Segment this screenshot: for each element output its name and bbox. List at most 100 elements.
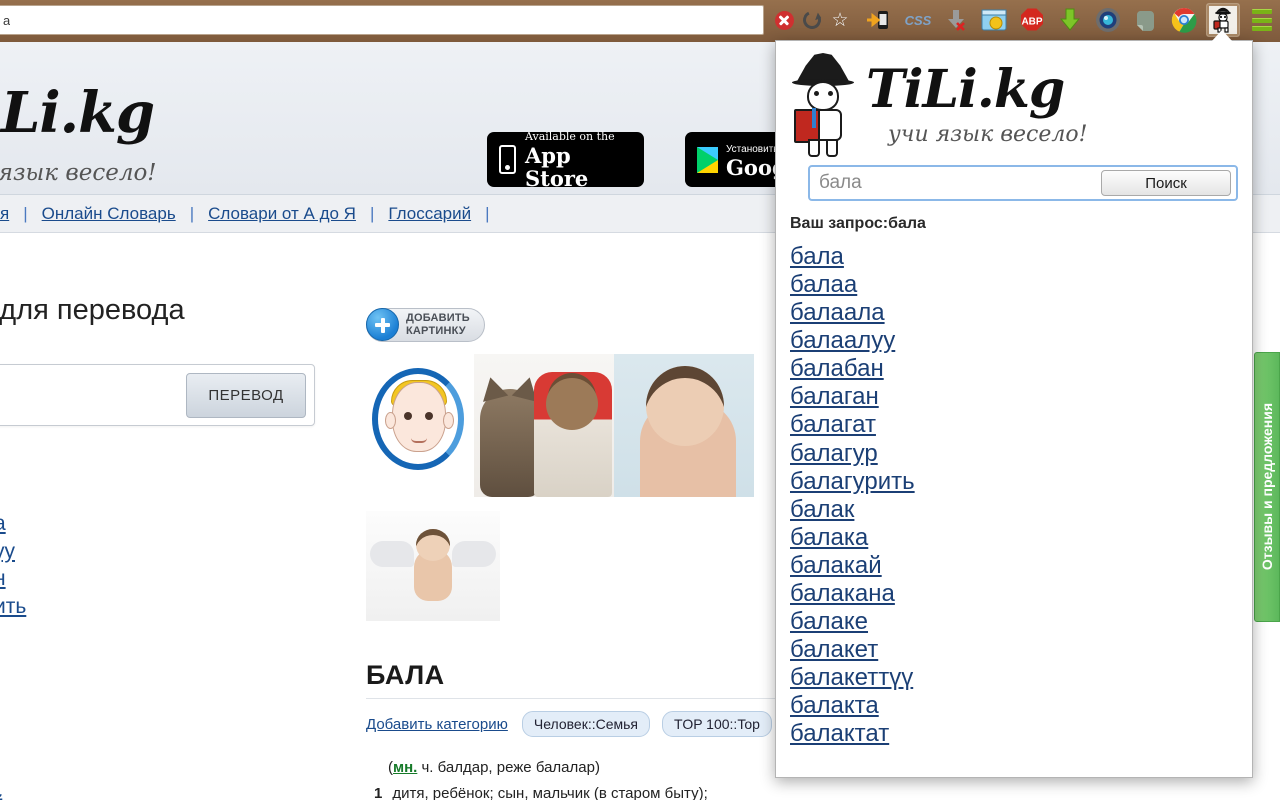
suggestion-item[interactable]: балаала: [790, 299, 1252, 327]
app-store-badge[interactable]: Available on the App Store: [487, 131, 644, 189]
suggestion-item[interactable]: балаган: [790, 383, 1252, 411]
site-tagline: учи язык весело!: [0, 160, 157, 186]
boy-with-cat-photo[interactable]: [474, 354, 614, 497]
category-chip-1[interactable]: TOP 100::Top: [662, 711, 772, 737]
left-word-links-bottom: й на: [0, 790, 42, 800]
svg-text:ABP: ABP: [1021, 17, 1042, 28]
popup-brand-text: TiLi.kg учи язык весело!: [866, 58, 1087, 147]
app-store-badge-big: App Store: [525, 143, 589, 191]
stop-icon[interactable]: [772, 8, 796, 32]
baby-face-illustration[interactable]: [366, 354, 474, 487]
google-play-icon: [697, 146, 718, 173]
download-blocked-icon[interactable]: [941, 5, 971, 35]
bookmark-star-icon[interactable]: ☆: [828, 8, 852, 32]
angel-baby-photo[interactable]: [366, 511, 500, 621]
image-gallery: [366, 354, 786, 621]
cat-ear-left: [477, 374, 509, 402]
face-ear-right: [443, 412, 454, 429]
browser-toolbar: а ☆ CSS ABP: [0, 0, 1280, 42]
omnibox-text: а: [3, 12, 11, 28]
mascot-leg-left: [808, 139, 820, 157]
feedback-tab-label: Отзывы и предложения: [1259, 403, 1275, 571]
add-picture-line2: КАРТИНКУ: [406, 325, 466, 337]
adblock-plus-icon[interactable]: ABP: [1017, 5, 1047, 35]
add-category-link[interactable]: Добавить категорию: [366, 716, 508, 733]
suggestion-item[interactable]: балакеттүү: [790, 664, 1252, 692]
chrome-menu-icon[interactable]: [1252, 9, 1272, 31]
left-link-2[interactable]: н: [0, 565, 44, 593]
plus-icon: [366, 308, 399, 341]
suggestion-item[interactable]: балакет: [790, 636, 1252, 664]
site-logo: TiLi.kg: [0, 80, 155, 146]
nav-item-dictionaries-a-z[interactable]: Словари от А до Я: [208, 204, 356, 224]
suggestion-item[interactable]: балакана: [790, 580, 1252, 608]
suggestion-item[interactable]: балакай: [790, 552, 1252, 580]
add-picture-line1: ДОБАВИТЬ: [406, 312, 470, 325]
menu-bar: [1252, 17, 1272, 23]
nav-item-online-dictionary[interactable]: Онлайн Словарь: [42, 204, 176, 224]
add-picture-button[interactable]: ДОБАВИТЬ КАРТИНКУ: [366, 308, 485, 342]
left-link-5[interactable]: ить: [0, 593, 44, 621]
nav-item-0[interactable]: я: [0, 204, 9, 224]
face-ear-left: [385, 412, 396, 429]
suggestion-item[interactable]: балабан: [790, 355, 1252, 383]
search-input[interactable]: [810, 172, 1101, 194]
cat-shape: [477, 374, 543, 497]
left-link-6[interactable]: й: [0, 790, 42, 800]
color-picker-icon[interactable]: [1093, 5, 1123, 35]
mascot-leg-right: [826, 139, 838, 157]
query-echo-label: Ваш запрос:бала: [790, 215, 926, 232]
book-icon: [794, 108, 820, 143]
search-button[interactable]: Поиск: [1101, 170, 1231, 196]
omnibox[interactable]: а: [0, 5, 764, 35]
suggestion-item[interactable]: балаке: [790, 608, 1252, 636]
suggestion-item[interactable]: бала: [790, 243, 1252, 271]
add-picture-label: ДОБАВИТЬ КАРТИНКУ: [406, 312, 470, 337]
popup-search-bar[interactable]: Поиск: [808, 165, 1238, 201]
nav-separator: |: [369, 203, 375, 223]
mascot-eye-left: [814, 91, 819, 96]
phone-icon: [499, 145, 516, 174]
translate-input-box[interactable]: ПЕРЕВОД: [0, 364, 315, 426]
suggestion-item[interactable]: балактат: [790, 720, 1252, 748]
left-link-0[interactable]: а: [0, 510, 44, 538]
suggestion-item[interactable]: балагур: [790, 440, 1252, 468]
category-chip-0[interactable]: Человек::Семья: [521, 711, 651, 737]
mascot-head: [807, 81, 839, 111]
suggestion-item[interactable]: балак: [790, 496, 1252, 524]
boy-shape: [534, 372, 612, 497]
face-eye-right: [425, 412, 433, 420]
plural-abbr[interactable]: мн.: [393, 759, 417, 776]
download-manager-icon[interactable]: [1055, 5, 1085, 35]
popup-pointer-arrow: [1211, 30, 1233, 42]
chrome-icon[interactable]: [1169, 5, 1199, 35]
reload-icon[interactable]: [800, 8, 824, 32]
suggestion-item[interactable]: балака: [790, 524, 1252, 552]
article-title: БАЛА: [366, 660, 445, 690]
css-icon[interactable]: CSS: [903, 5, 933, 35]
angel-head: [416, 529, 450, 561]
article-sense: 1 дитя, ребёнок; сын, мальчик (в старом …: [374, 785, 1066, 800]
baby-head: [646, 366, 724, 446]
popup-logo: TiLi.kg: [866, 58, 1065, 120]
app-window-icon[interactable]: [979, 5, 1009, 35]
feedback-tab[interactable]: Отзывы и предложения: [1254, 352, 1280, 622]
face-mouth: [411, 438, 427, 443]
mascot-icon: [790, 53, 856, 157]
suggestion-item[interactable]: балагат: [790, 411, 1252, 439]
gallery-row: [366, 511, 786, 621]
suggestion-item[interactable]: балаа: [790, 271, 1252, 299]
suggestion-item[interactable]: балагурить: [790, 468, 1252, 496]
mobile-view-icon[interactable]: [863, 5, 893, 35]
translate-button[interactable]: ПЕРЕВОД: [186, 373, 306, 418]
evernote-icon[interactable]: [1131, 5, 1161, 35]
translate-headline: те слово для перевода: [0, 294, 185, 326]
extension-popup: TiLi.kg учи язык весело! Поиск Ваш запро…: [775, 40, 1253, 778]
baby-portrait-photo[interactable]: [614, 354, 754, 497]
star-glyph: ☆: [831, 9, 849, 31]
left-link-1[interactable]: уу: [0, 538, 44, 566]
suggestion-item[interactable]: балаалуу: [790, 327, 1252, 355]
nav-item-glossary[interactable]: Глоссарий: [388, 204, 471, 224]
nav-separator: |: [485, 203, 490, 223]
suggestion-item[interactable]: балакта: [790, 692, 1252, 720]
